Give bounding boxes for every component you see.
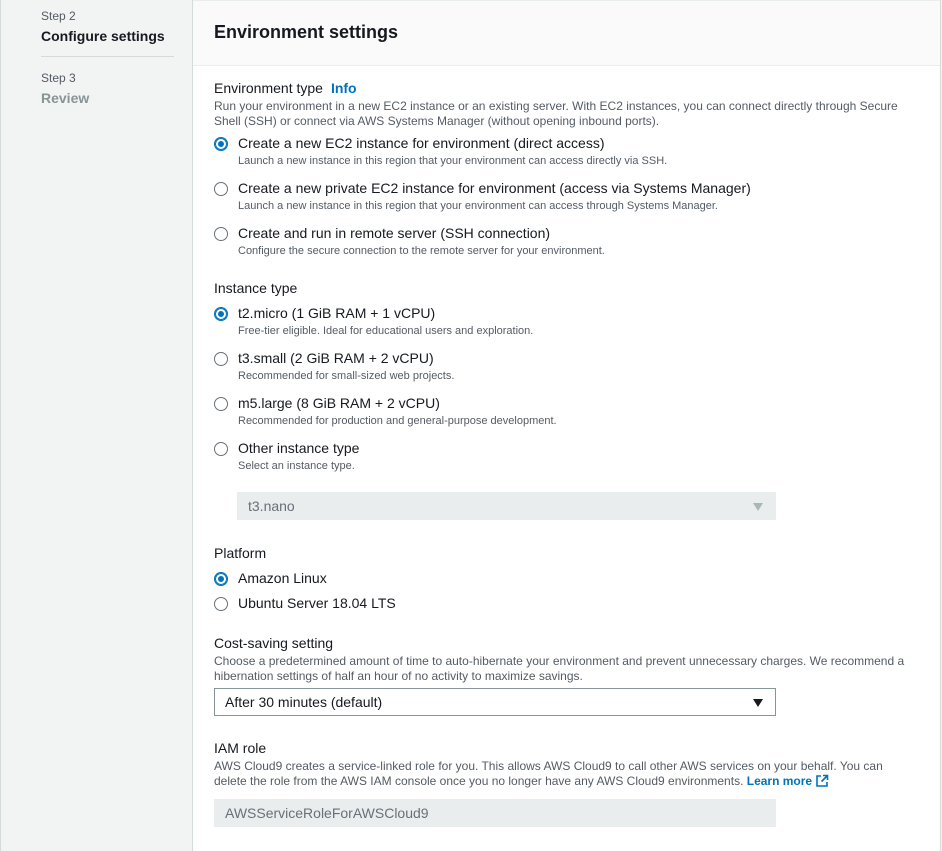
environment-settings-card: Environment settings Environment type Inf… [192,0,941,851]
card-header: Environment settings [193,0,940,66]
radio-description: Select an instance type. [238,460,355,472]
step-title: Configure settings [41,28,165,44]
platform-section: Platform [214,544,924,562]
step-number: Step 2 [41,9,76,23]
radio-description: Free-tier eligible. Ideal for educationa… [238,325,534,337]
iam-role-section: IAM role AWS Cloud9 creates a service-li… [214,739,914,792]
step-review[interactable]: Step 3 Review [41,71,89,107]
step-title: Review [41,90,90,106]
select-value: After 30 minutes (default) [225,694,383,710]
cost-saving-select[interactable]: After 30 minutes (default) [214,688,776,716]
learn-more-link[interactable]: Learn more [747,774,829,788]
caret-down-icon [753,699,763,707]
platform-label: Platform [214,545,267,561]
iam-role-input: AWSServiceRoleForAWSCloud9 [214,799,776,827]
radio-button[interactable] [214,307,228,321]
environment-type-description: Run your environment in a new EC2 instan… [214,99,898,128]
radio-description: Launch a new instance in this region tha… [238,200,718,212]
radio-button[interactable] [214,352,228,366]
card-title: Environment settings [214,22,399,42]
radio-label: Other instance type [238,440,360,456]
radio-button[interactable] [214,397,228,411]
radio-description: Launch a new instance in this region tha… [238,155,668,167]
radio-button[interactable] [214,182,228,196]
wizard-steps-sidebar: Step 2 Configure settings Step 3 Review [0,0,193,851]
radio-label: Amazon Linux [238,570,327,586]
step-number: Step 3 [41,71,76,85]
radio-description: Recommended for small-sized web projects… [238,370,455,382]
radio-label: t3.small (2 GiB RAM + 2 vCPU) [238,350,434,366]
caret-down-icon [753,503,763,511]
cost-saving-description: Choose a predetermined amount of time to… [214,654,905,683]
environment-type-label-text: Environment type [214,80,323,96]
radio-label: Create a new private EC2 instance for en… [238,180,751,196]
instance-type-label: Instance type [214,280,298,296]
radio-label: Ubuntu Server 18.04 LTS [238,595,396,611]
input-value: AWSServiceRoleForAWSCloud9 [225,805,429,821]
learn-more-text: Learn more [746,774,813,788]
cost-saving-label: Cost-saving setting [214,635,334,651]
external-link-icon [815,774,829,792]
iam-role-description: AWS Cloud9 creates a service-linked role… [214,759,914,792]
radio-label: t2.micro (1 GiB RAM + 1 vCPU) [238,305,436,321]
step-configure-settings[interactable]: Step 2 Configure settings [41,9,165,45]
iam-role-label: IAM role [214,740,267,756]
radio-button[interactable] [214,572,228,586]
cost-saving-section: Cost-saving setting Choose a predetermin… [214,634,922,684]
info-link[interactable]: Info [331,80,357,96]
radio-label: Create and run in remote server (SSH con… [238,225,551,241]
radio-label: m5.large (8 GiB RAM + 2 vCPU) [238,395,440,411]
select-value: t3.nano [248,498,295,514]
environment-type-label: Environment type Info [214,79,924,97]
radio-description: Recommended for production and general-p… [238,415,557,427]
other-instance-type-select[interactable]: t3.nano [237,492,776,520]
radio-description: Configure the secure connection to the r… [238,245,605,257]
environment-type-section: Environment type Info Run your environmen… [214,79,924,129]
radio-button[interactable] [214,442,228,456]
instance-type-section: Instance type [214,279,924,297]
radio-button[interactable] [214,227,228,241]
radio-button[interactable] [214,597,228,611]
step-divider [41,56,174,57]
radio-label: Create a new EC2 instance for environmen… [238,135,605,151]
radio-button[interactable] [214,137,228,151]
